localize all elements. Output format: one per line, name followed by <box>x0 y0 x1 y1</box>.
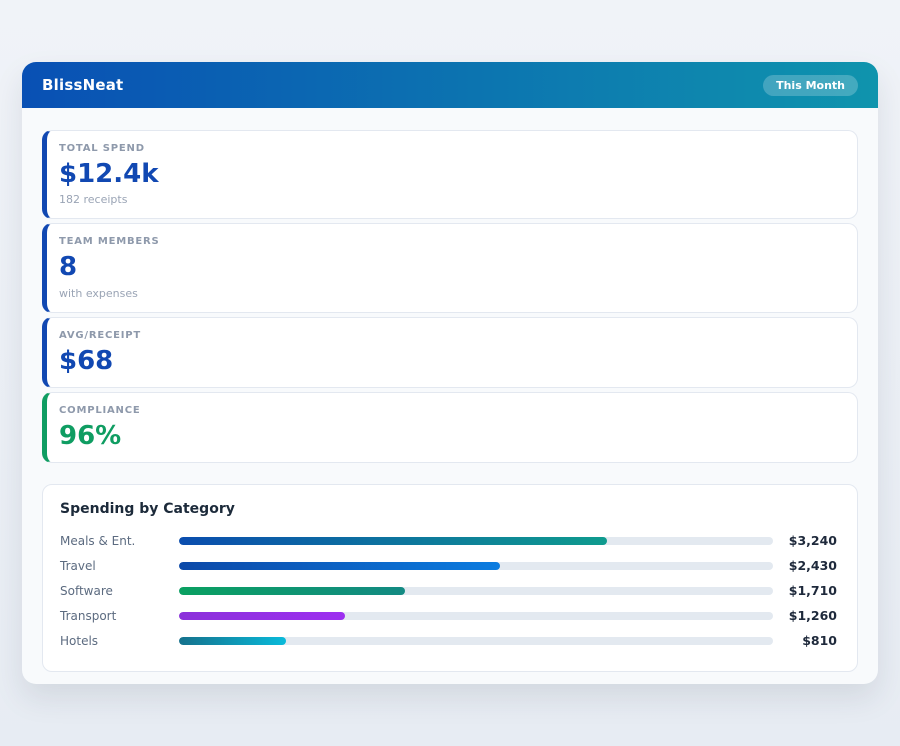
chart-row: Hotels $810 <box>60 628 837 653</box>
stat-card: COMPLIANCE 96% <box>42 392 858 463</box>
stat-card: TEAM MEMBERS 8 with expenses <box>42 223 858 312</box>
stat-label: COMPLIANCE <box>59 405 841 416</box>
category-label: Transport <box>60 609 179 623</box>
bar-track <box>179 637 773 645</box>
chart-row: Meals & Ent. $3,240 <box>60 528 837 553</box>
category-value: $1,710 <box>773 583 837 598</box>
category-value: $1,260 <box>773 608 837 623</box>
category-label: Travel <box>60 559 179 573</box>
stat-sub: 182 receipts <box>59 193 841 206</box>
category-label: Software <box>60 584 179 598</box>
stat-value: $12.4k <box>59 161 841 188</box>
bar-fill <box>179 612 345 620</box>
stats-section: TOTAL SPEND $12.4k 182 receipts TEAM MEM… <box>42 130 858 463</box>
stat-label: TEAM MEMBERS <box>59 236 841 247</box>
category-label: Meals & Ent. <box>60 534 179 548</box>
bar-fill <box>179 562 500 570</box>
app-header: BlissNeat This Month <box>22 62 878 108</box>
dashboard-panel: BlissNeat This Month TOTAL SPEND $12.4k … <box>22 62 878 684</box>
bar-fill <box>179 637 286 645</box>
category-value: $3,240 <box>773 533 837 548</box>
chart-rows: Meals & Ent. $3,240 Travel $2,430 Softwa… <box>60 528 837 653</box>
stat-value: $68 <box>59 348 841 375</box>
category-label: Hotels <box>60 634 179 648</box>
bar-track <box>179 612 773 620</box>
category-value: $2,430 <box>773 558 837 573</box>
chart-row: Software $1,710 <box>60 578 837 603</box>
chart-row: Transport $1,260 <box>60 603 837 628</box>
stat-card: AVG/RECEIPT $68 <box>42 317 858 388</box>
bar-fill <box>179 587 405 595</box>
bar-track <box>179 537 773 545</box>
stat-value: 8 <box>59 254 841 281</box>
stat-card: TOTAL SPEND $12.4k 182 receipts <box>42 130 858 219</box>
category-value: $810 <box>773 633 837 648</box>
chart-title: Spending by Category <box>60 501 837 517</box>
period-badge[interactable]: This Month <box>763 75 858 96</box>
app-title: BlissNeat <box>42 76 123 94</box>
bar-fill <box>179 537 607 545</box>
stat-sub: with expenses <box>59 287 841 300</box>
stat-label: AVG/RECEIPT <box>59 330 841 341</box>
bar-track <box>179 562 773 570</box>
panel-body: TOTAL SPEND $12.4k 182 receipts TEAM MEM… <box>22 108 878 684</box>
stat-label: TOTAL SPEND <box>59 143 841 154</box>
stat-value: 96% <box>59 423 841 450</box>
spending-chart-card: Spending by Category Meals & Ent. $3,240… <box>42 484 858 672</box>
bar-track <box>179 587 773 595</box>
chart-row: Travel $2,430 <box>60 553 837 578</box>
